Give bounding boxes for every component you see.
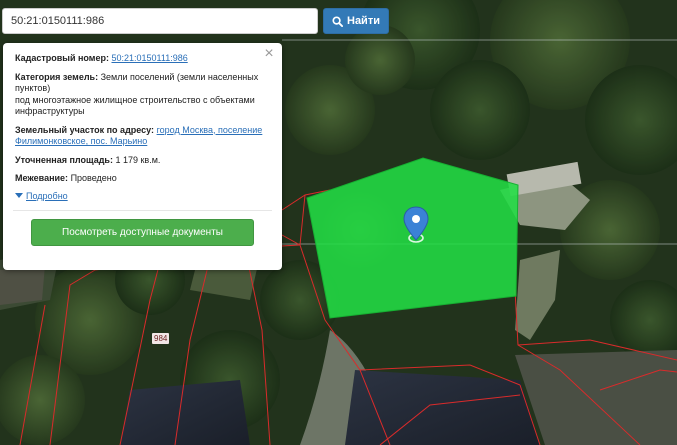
- cadastral-number-label: Кадастровый номер:: [15, 53, 109, 63]
- view-documents-button[interactable]: Посмотреть доступные документы: [31, 218, 254, 246]
- land-category-row: Категория земель: Земли поселений (земли…: [15, 72, 270, 118]
- search-icon: [332, 15, 343, 27]
- survey-value: Проведено: [70, 173, 117, 183]
- area-label: Уточненная площадь:: [15, 154, 113, 165]
- close-icon[interactable]: ×: [262, 46, 276, 62]
- search-button[interactable]: Найти: [323, 8, 389, 34]
- divider: [13, 209, 272, 211]
- details-toggle-label: Подробно: [26, 190, 68, 201]
- parcel-info-popup: × Кадастровый номер: 50:21:0150111:986 К…: [3, 43, 282, 270]
- survey-label: Межевание:: [15, 173, 69, 183]
- cadastral-number-row: Кадастровый номер: 50:21:0150111:986: [15, 53, 270, 65]
- details-toggle[interactable]: Подробно: [15, 191, 270, 201]
- land-category-usage: под многоэтажное жилищное строительство …: [15, 94, 255, 117]
- caret-down-icon: [15, 193, 23, 198]
- area-value: 1 179 кв.м.: [115, 154, 161, 165]
- search-button-label: Найти: [347, 15, 380, 27]
- cadastral-number-link[interactable]: 50:21:0150111:986: [111, 53, 187, 63]
- survey-row: Межевание: Проведено: [15, 173, 270, 185]
- land-category-label: Категория земель:: [15, 71, 99, 82]
- parcel-number-label: 984: [152, 333, 170, 344]
- search-input[interactable]: [2, 8, 318, 34]
- address-row: Земельный участок по адресу: город Москв…: [15, 125, 270, 148]
- address-label: Земельный участок по адресу:: [15, 124, 155, 135]
- area-row: Уточненная площадь: 1 179 кв.м.: [15, 155, 270, 167]
